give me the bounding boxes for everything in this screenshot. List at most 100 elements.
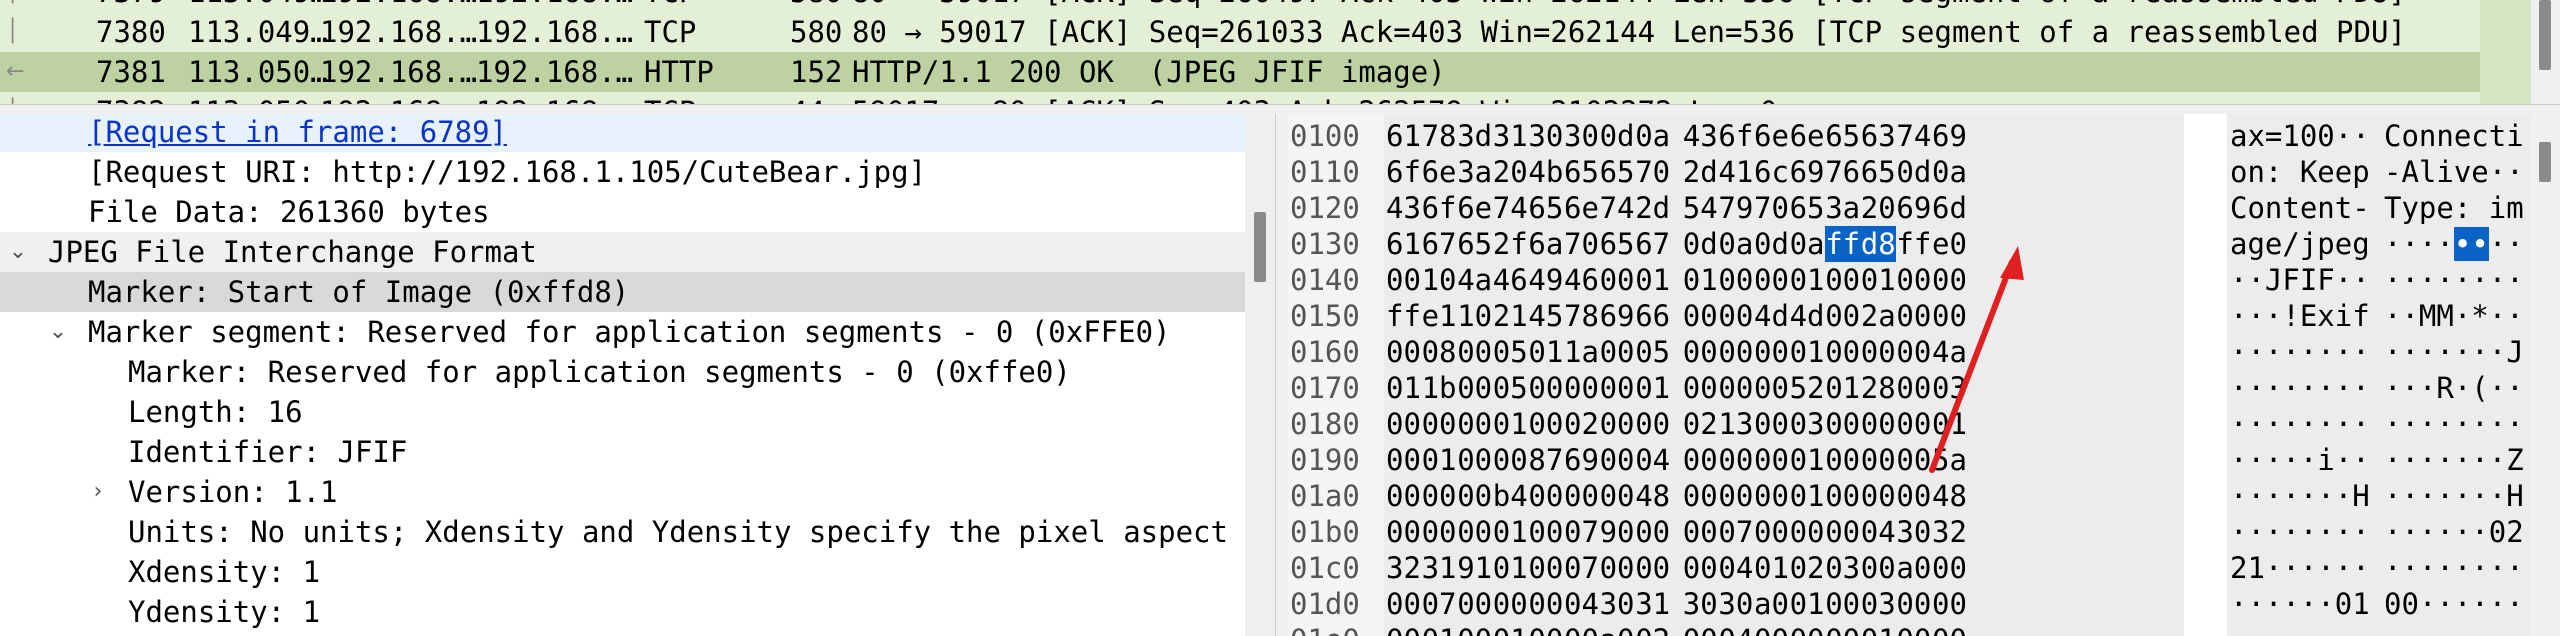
hex-byte[interactable]: 00 — [1600, 370, 1635, 406]
hex-byte[interactable]: 00 — [1896, 298, 1931, 334]
ascii-text[interactable]: ·····i·· — [2230, 442, 2370, 478]
hex-byte[interactable]: 00 — [1386, 586, 1421, 622]
hex-row[interactable]: 01b0 00 00 00 01 00 07 90 00 00 07 00 00 00 04 30 32 ····… — [1287, 514, 2530, 550]
hex-byte[interactable]: 00 — [1386, 514, 1421, 550]
hex-byte[interactable]: 00 — [1493, 586, 1528, 622]
hex-byte[interactable]: 00 — [1932, 298, 1967, 334]
ascii-text[interactable]: ····••·· — [2384, 226, 2524, 262]
hex-row[interactable]: 0120 43 6f 6e 74 65 6e 74 2d 54 79 70 65 3a 20 69 6d Cont… — [1287, 190, 2530, 226]
hex-byte[interactable]: 6a — [1528, 226, 1563, 262]
hex-byte[interactable]: 54 — [1683, 190, 1718, 226]
hex-byte[interactable]: 00 — [1825, 406, 1860, 442]
hex-byte[interactable]: 01 — [1683, 262, 1718, 298]
hex-byte[interactable]: 00 — [1932, 550, 1967, 586]
hex-byte[interactable]: 00 — [1683, 334, 1718, 370]
hex-byte[interactable]: 00 — [1683, 370, 1718, 406]
hex-byte[interactable]: 00 — [1896, 478, 1931, 514]
ascii-text[interactable]: ········ — [2230, 514, 2370, 550]
hex-byte[interactable]: 66 — [1635, 298, 1670, 334]
hex-byte[interactable]: 01 — [1790, 334, 1825, 370]
hex-byte[interactable]: 65 — [1457, 226, 1492, 262]
ascii-char[interactable]: · — [2419, 227, 2436, 261]
hex-byte[interactable]: 2d — [1683, 154, 1718, 190]
hex-byte[interactable]: 01 — [1754, 550, 1789, 586]
hex-byte[interactable]: 0a — [1932, 154, 1967, 190]
ascii-text[interactable]: ··JFIF·· — [2230, 262, 2370, 298]
ascii-text[interactable]: ·······Z — [2384, 442, 2524, 478]
hex-byte[interactable]: 0a — [1790, 226, 1825, 262]
packet-details-scrollbar-thumb[interactable] — [1254, 212, 1266, 282]
hex-byte[interactable]: 00 — [1457, 586, 1492, 622]
hex-byte[interactable]: 76 — [1825, 154, 1860, 190]
packet-row[interactable]: 7381 113.050… 192.168.… 192.168.… HTTP 152 HTT… — [0, 52, 2480, 92]
hex-byte[interactable]: 2d — [1635, 190, 1670, 226]
hex-byte[interactable]: 01 — [1790, 586, 1825, 622]
hex-byte[interactable]: 63 — [1861, 118, 1896, 154]
hex-byte[interactable]: 00 — [1564, 370, 1599, 406]
hex-byte[interactable]: 4d — [1754, 298, 1789, 334]
ascii-char[interactable]: · — [2384, 227, 2401, 261]
hex-byte[interactable]: 00 — [1457, 442, 1492, 478]
hex-byte[interactable]: 0a — [1635, 118, 1670, 154]
hex-byte[interactable]: 00 — [1600, 478, 1635, 514]
hex-byte[interactable]: 32 — [1932, 514, 1967, 550]
hex-row[interactable]: 0190 00 01 00 00 87 69 00 04 00 00 00 01 00 00 00 5a ····… — [1287, 442, 2530, 478]
hex-byte[interactable]: 00 — [1386, 334, 1421, 370]
hex-byte[interactable]: 01 — [1493, 514, 1528, 550]
hex-byte[interactable]: 00 — [1790, 622, 1825, 636]
hex-byte[interactable]: 00 — [1386, 622, 1421, 636]
hex-byte[interactable]: 02 — [1564, 406, 1599, 442]
hex-byte[interactable]: 01 — [1493, 622, 1528, 636]
hex-byte[interactable]: 32 — [1386, 550, 1421, 586]
hex-byte[interactable]: 00 — [1422, 406, 1457, 442]
hex-byte[interactable]: 04 — [1861, 514, 1896, 550]
hex-byte[interactable]: 00 — [1896, 370, 1931, 406]
hex-byte[interactable]: 01 — [1635, 370, 1670, 406]
hex-byte[interactable]: 0a — [1718, 226, 1753, 262]
hex-byte[interactable]: 00 — [1861, 334, 1896, 370]
hex-byte[interactable]: 00 — [1600, 334, 1635, 370]
ascii-text[interactable]: ········ — [2384, 550, 2524, 586]
hex-byte[interactable]: 00 — [1754, 262, 1789, 298]
hex-byte[interactable]: 00 — [1422, 514, 1457, 550]
hex-byte[interactable]: 05 — [1493, 370, 1528, 406]
hex-byte[interactable]: 00 — [1754, 514, 1789, 550]
hex-byte[interactable]: 01 — [1790, 442, 1825, 478]
hex-byte[interactable]: 01 — [1790, 262, 1825, 298]
hex-byte[interactable]: 00 — [1754, 370, 1789, 406]
hex-byte[interactable]: 00 — [1718, 370, 1753, 406]
hex-byte[interactable]: 01 — [1422, 442, 1457, 478]
hex-byte[interactable]: 10 — [1422, 262, 1457, 298]
hex-byte[interactable]: 30 — [1683, 586, 1718, 622]
hex-row[interactable]: 01a0 00 00 00 b4 00 00 00 48 00 00 00 01 00 00 00 48 ····… — [1287, 478, 2530, 514]
hex-byte[interactable]: 00 — [1386, 262, 1421, 298]
hex-byte[interactable]: 4a — [1457, 262, 1492, 298]
hex-byte[interactable]: 78 — [1422, 118, 1457, 154]
hex-byte[interactable]: 00 — [1564, 622, 1599, 636]
hex-byte[interactable]: 00 — [1683, 622, 1718, 636]
hex-byte[interactable]: 01 — [1386, 370, 1421, 406]
hex-byte[interactable]: 03 — [1790, 406, 1825, 442]
tree-item[interactable]: [Request URI: http://192.168.1.105/CuteB… — [0, 152, 1245, 192]
hex-byte[interactable]: 00 — [1635, 550, 1670, 586]
ascii-char[interactable]: · — [2436, 227, 2453, 261]
ascii-char[interactable]: • — [2471, 227, 2489, 261]
hex-byte[interactable]: 74 — [1493, 190, 1528, 226]
hex-byte[interactable]: 00 — [1825, 586, 1860, 622]
hex-row[interactable]: 0100 61 78 3d 31 30 30 0d 0a 43 6f 6e 6e 65 63 74 69 ax=1… — [1287, 118, 2530, 154]
hex-byte[interactable]: ff — [1896, 226, 1931, 262]
hex-byte[interactable]: 00 — [1861, 442, 1896, 478]
packet-row[interactable]: 7380 113.049… 192.168.… 192.168.… TCP 580 80 →… — [0, 12, 2480, 52]
ascii-text[interactable]: on: Keep — [2230, 154, 2370, 190]
hex-byte[interactable]: 02 — [1635, 622, 1670, 636]
hex-byte[interactable]: 00 — [1896, 334, 1931, 370]
hex-byte[interactable]: ff — [1386, 298, 1421, 334]
hex-byte[interactable]: 00 — [1754, 406, 1789, 442]
packet-list-scrollbar-thumb[interactable] — [2539, 0, 2551, 70]
ascii-char[interactable]: · — [2489, 227, 2506, 261]
hex-byte[interactable]: 48 — [1635, 478, 1670, 514]
hex-byte[interactable]: 00 — [1861, 478, 1896, 514]
collapse-chevron-icon[interactable]: ⌄ — [4, 232, 32, 272]
packet-bytes-scrollbar-thumb[interactable] — [2539, 142, 2551, 182]
hex-byte[interactable]: 45 — [1528, 298, 1563, 334]
